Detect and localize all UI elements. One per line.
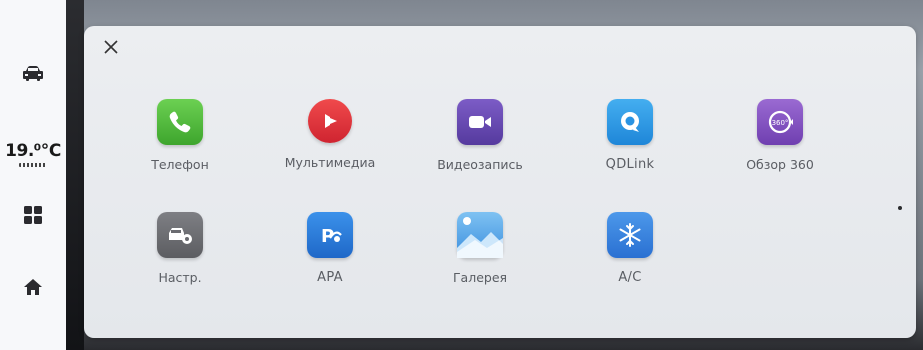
close-icon[interactable] (100, 36, 122, 58)
divider-strip (66, 0, 84, 350)
video-recorder-icon (457, 99, 503, 145)
multimedia-icon (308, 99, 352, 143)
gallery-icon (457, 212, 503, 258)
app-label: Настр. (158, 270, 202, 285)
app-view-360[interactable]: 360° Обзор 360 (705, 99, 855, 189)
app-settings[interactable]: Настр. (105, 212, 255, 302)
app-label: Телефон (151, 157, 209, 172)
app-video-recorder[interactable]: Видеозапись (405, 99, 555, 189)
app-label: Обзор 360 (746, 157, 814, 172)
app-label: Видеозапись (437, 157, 523, 172)
page-indicator-dot (898, 206, 902, 210)
qdlink-icon (607, 99, 653, 145)
app-phone[interactable]: Телефон (105, 99, 255, 189)
settings-car-icon (157, 212, 203, 258)
app-label: Галерея (452, 270, 508, 285)
view-360-icon: 360° (757, 99, 803, 145)
app-multimedia[interactable]: Мультимедиа (255, 99, 405, 189)
grid-icon[interactable] (0, 200, 66, 230)
car-icon[interactable] (0, 58, 66, 88)
app-gallery[interactable]: Галерея (405, 212, 555, 302)
app-apa[interactable]: P APA (255, 212, 405, 302)
svg-text:360°: 360° (772, 119, 789, 127)
apps-panel: Телефон Мультимедиа Видеозапись QDLink 3… (84, 26, 916, 338)
home-icon[interactable] (0, 272, 66, 302)
ac-snowflake-icon (607, 212, 653, 258)
app-label: Мультимедиа (284, 155, 376, 170)
temperature-value: 19.⁰℃ (5, 140, 61, 161)
app-ac[interactable]: A/C (555, 212, 705, 302)
app-label: APA (317, 270, 343, 285)
phone-icon (157, 99, 203, 145)
app-label: A/C (618, 270, 642, 285)
app-qdlink[interactable]: QDLink (555, 99, 705, 189)
temperature-display[interactable]: 19.⁰℃ (0, 134, 66, 174)
app-label: QDLink (605, 157, 655, 172)
fan-level-indicator (19, 162, 47, 167)
apa-parking-icon: P (307, 212, 353, 258)
left-sidebar: 19.⁰℃ (0, 0, 67, 350)
